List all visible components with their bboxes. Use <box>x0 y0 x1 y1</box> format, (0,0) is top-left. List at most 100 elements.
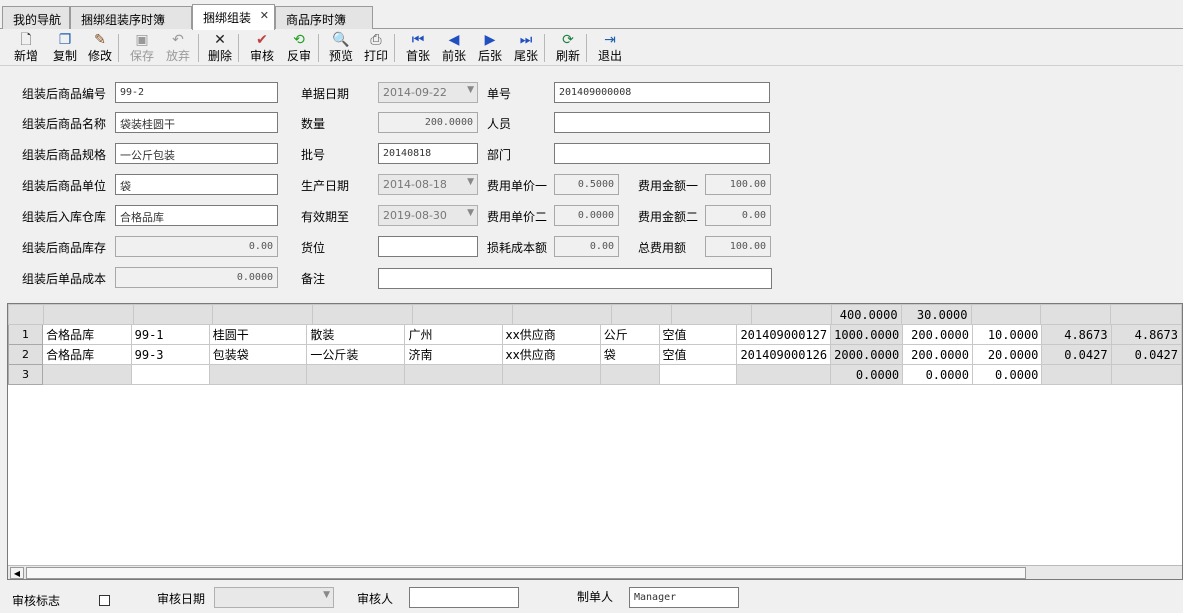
tab-label: 商品序时簿 <box>286 13 347 27</box>
grid-cell[interactable]: 0.0427 <box>1110 344 1182 365</box>
grid-cell[interactable]: 袋 <box>599 344 660 365</box>
chevron-down-icon[interactable]: ▼ <box>467 177 474 187</box>
grid-cell[interactable]: 201409000126 <box>736 344 832 365</box>
totals-cell <box>611 304 673 325</box>
batch-field[interactable]: 20140818 <box>378 143 478 164</box>
toolbar-button-6[interactable]: ✔ 审核 <box>246 31 278 65</box>
table-row[interactable]: 3 0.0000 0.0000 0.0000 <box>8 364 1182 385</box>
chevron-down-icon[interactable]: ▼ <box>467 208 474 218</box>
grid-cell[interactable]: 公斤 <box>599 324 660 345</box>
person-field[interactable] <box>554 112 770 133</box>
toolbar-button-3[interactable]: ▣ 保存 <box>126 31 158 65</box>
dept-field[interactable] <box>554 143 770 164</box>
grid-cell[interactable]: 桂圆干 <box>208 324 308 345</box>
grid-cell[interactable]: 合格品库 <box>42 344 132 365</box>
grid-cell[interactable] <box>42 364 132 385</box>
grid-cell[interactable]: 4.8673 <box>1110 324 1182 345</box>
grid-cell[interactable]: 济南 <box>404 344 503 365</box>
grid-cell[interactable]: 200.0000 <box>902 344 973 365</box>
toolbar-button-8[interactable]: 🔍 预览 <box>325 31 357 65</box>
grid-cell[interactable]: 空值 <box>658 324 738 345</box>
grid-cell[interactable] <box>1110 364 1182 385</box>
toolbar-button-12[interactable]: ▶ 后张 <box>474 31 506 65</box>
chevron-down-icon[interactable]: ▼ <box>467 85 474 95</box>
unit-field[interactable]: 袋 <box>115 174 278 195</box>
tab-bundle-assembly-journal[interactable]: 捆绑组装序时簿 <box>70 6 192 29</box>
tab-product-journal[interactable]: 商品序时簿 <box>275 6 373 29</box>
toolbar-button-1[interactable]: ❐ 复制 <box>49 31 81 65</box>
tab-label: 我的导航 <box>13 13 62 27</box>
grid-cell[interactable]: xx供应商 <box>501 324 601 345</box>
grid-cell[interactable]: 广州 <box>404 324 503 345</box>
remark-field[interactable] <box>378 268 772 289</box>
scroll-left-icon[interactable]: ◀ <box>10 567 24 579</box>
doc-no-field[interactable]: 201409000008 <box>554 82 770 103</box>
toolbar-button-4[interactable]: ↶ 放弃 <box>162 31 194 65</box>
grid-cell[interactable]: 2000.0000 <box>830 344 904 365</box>
grid-cell[interactable]: 0.0000 <box>830 364 904 385</box>
grid-cell[interactable]: 201409000127 <box>736 324 832 345</box>
grid-cell[interactable] <box>599 364 660 385</box>
toolbar-button-5[interactable]: ✕ 删除 <box>204 31 236 65</box>
grid-cell[interactable]: 空值 <box>658 344 738 365</box>
totals-cell <box>132 304 214 325</box>
doc-date-field[interactable]: 2014-09-22 ▼ <box>378 82 478 103</box>
tab-close-icon[interactable]: ✕ <box>260 9 269 22</box>
toolbar-button-0[interactable]: 🗋 新增 <box>10 31 42 65</box>
toolbar-button-7[interactable]: ⟲ 反审 <box>283 31 315 65</box>
maker-field[interactable]: Manager <box>629 587 739 608</box>
toolbar-button-13[interactable]: ⏭ 尾张 <box>510 31 542 65</box>
grid-cell[interactable] <box>404 364 503 385</box>
audit-date-field[interactable]: ▼ <box>214 587 334 608</box>
toolbar-button-9[interactable]: ⎙ 打印 <box>360 31 392 65</box>
location-field[interactable] <box>378 236 478 257</box>
row-header: 2 <box>8 344 44 365</box>
grid-cell[interactable] <box>1041 364 1112 385</box>
grid-cell[interactable]: 0.0000 <box>902 364 973 385</box>
grid-cell[interactable]: xx供应商 <box>501 344 601 365</box>
grid-cell[interactable] <box>208 364 308 385</box>
grid-cell[interactable] <box>306 364 406 385</box>
grid-cell[interactable]: 1000.0000 <box>830 324 904 345</box>
expiry-field[interactable]: 2019-08-30 ▼ <box>378 205 478 226</box>
grid-cell[interactable] <box>658 364 738 385</box>
prod-date-field[interactable]: 2014-08-18 ▼ <box>378 174 478 195</box>
chevron-down-icon[interactable]: ▼ <box>323 590 330 600</box>
undo-icon: ↶ <box>172 32 184 48</box>
grid-cell[interactable]: 200.0000 <box>902 324 973 345</box>
grid-cell[interactable]: 20.0000 <box>971 344 1043 365</box>
toolbar-button-11[interactable]: ◀ 前张 <box>438 31 470 65</box>
table-row[interactable]: 2 合格品库 99-3 包装袋 一公斤装 济南 xx供应商袋空值 201409000126 20… <box>8 344 1182 365</box>
table-row[interactable]: 1 合格品库 99-1 桂圆干 散装 广州 xx供应商 公斤 空值 201409000127 100… <box>8 324 1182 345</box>
grid-cell[interactable]: 一公斤装 <box>306 344 406 365</box>
toolbar-button-2[interactable]: ✎ 修改 <box>84 31 116 65</box>
grid-cell[interactable]: 散装 <box>306 324 406 345</box>
code-field[interactable]: 99-2 <box>115 82 278 103</box>
grid-cell[interactable]: 4.8673 <box>1041 324 1112 345</box>
unaudit-icon: ⟲ <box>293 32 305 48</box>
tab-bundle-assembly[interactable]: 捆绑组装 ✕ <box>192 4 275 30</box>
tab-my-navigation[interactable]: 我的导航 <box>2 6 70 29</box>
warehouse-field[interactable]: 合格品库 <box>115 205 278 226</box>
grid-cell[interactable] <box>130 364 210 385</box>
name-field[interactable]: 袋装桂圆干 <box>115 112 278 133</box>
toolbar-button-15[interactable]: ⇥ 退出 <box>594 31 626 65</box>
grid-cell[interactable]: 合格品库 <box>42 324 132 345</box>
horizontal-scrollbar[interactable]: ◀ <box>8 565 1182 579</box>
grid-cell[interactable]: 0.0427 <box>1041 344 1112 365</box>
grid-cell[interactable] <box>736 364 832 385</box>
grid-cell[interactable]: 99-1 <box>130 324 210 345</box>
toolbar-button-14[interactable]: ⟳ 刷新 <box>552 31 584 65</box>
grid-cell[interactable]: 包装袋 <box>208 344 308 365</box>
spec-field[interactable]: 一公斤包装 <box>115 143 278 164</box>
grid-cell[interactable]: 10.0000 <box>971 324 1043 345</box>
auditor-field[interactable] <box>409 587 519 608</box>
audit-flag-checkbox[interactable] <box>99 595 110 606</box>
toolbar-button-10[interactable]: ⏮ 首张 <box>402 31 434 65</box>
edit-icon: ✎ <box>94 32 106 48</box>
grid-cell[interactable]: 99-3 <box>130 344 210 365</box>
grid-cell[interactable]: 0.0000 <box>971 364 1043 385</box>
scrollbar-thumb[interactable] <box>26 567 1026 579</box>
grid-cell[interactable] <box>501 364 601 385</box>
totals-cell <box>1110 304 1182 325</box>
